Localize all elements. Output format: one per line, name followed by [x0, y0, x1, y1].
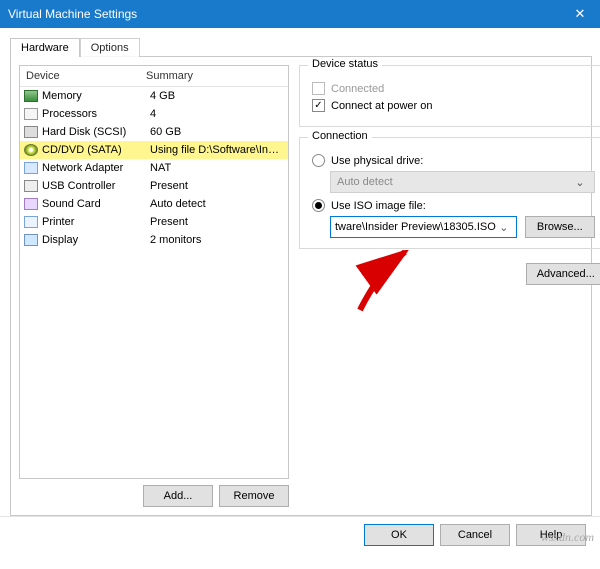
device-status-title: Device status [308, 58, 382, 70]
device-icon [24, 198, 38, 210]
column-device[interactable]: Device [20, 66, 140, 86]
use-physical-label: Use physical drive: [331, 155, 423, 167]
window-title: Virtual Machine Settings [8, 7, 568, 21]
device-summary: 4 GB [150, 90, 284, 102]
use-iso-label: Use ISO image file: [331, 200, 426, 212]
device-row[interactable]: PrinterPresent [20, 213, 288, 231]
advanced-button[interactable]: Advanced... [526, 263, 600, 285]
cancel-button[interactable]: Cancel [440, 524, 510, 546]
device-icon [24, 234, 38, 246]
connected-checkbox [312, 82, 325, 95]
device-row[interactable]: CD/DVD (SATA)Using file D:\Software\Insi… [20, 141, 288, 159]
device-icon [24, 144, 38, 156]
device-icon [24, 108, 38, 120]
device-name: Memory [42, 90, 150, 102]
device-summary: Auto detect [150, 198, 284, 210]
device-summary: Present [150, 216, 284, 228]
device-summary: 4 [150, 108, 284, 120]
device-name: USB Controller [42, 180, 150, 192]
tab-hardware[interactable]: Hardware [10, 38, 80, 57]
use-iso-radio[interactable] [312, 199, 325, 212]
watermark: wsxdn.com [541, 530, 594, 545]
device-summary: 2 monitors [150, 234, 284, 246]
device-row[interactable]: Display2 monitors [20, 231, 288, 249]
device-row[interactable]: Network AdapterNAT [20, 159, 288, 177]
device-status-group: Device status Connected ✓ Connect at pow… [299, 65, 600, 127]
add-button[interactable]: Add... [143, 485, 213, 507]
device-summary: 60 GB [150, 126, 284, 138]
browse-button[interactable]: Browse... [525, 216, 595, 238]
connected-label: Connected [331, 83, 384, 95]
chevron-down-icon[interactable]: ⌄ [496, 221, 512, 234]
device-row[interactable]: Hard Disk (SCSI)60 GB [20, 123, 288, 141]
physical-drive-combo: Auto detect ⌄ [330, 171, 595, 193]
device-icon [24, 216, 38, 228]
device-name: Processors [42, 108, 150, 120]
device-name: Network Adapter [42, 162, 150, 174]
chevron-down-icon: ⌄ [572, 176, 588, 189]
column-summary[interactable]: Summary [140, 66, 288, 86]
device-list[interactable]: Device Summary Memory4 GBProcessors4Hard… [19, 65, 289, 479]
device-icon [24, 90, 38, 102]
device-row[interactable]: Memory4 GB [20, 87, 288, 105]
ok-button[interactable]: OK [364, 524, 434, 546]
device-row[interactable]: Sound CardAuto detect [20, 195, 288, 213]
device-icon [24, 180, 38, 192]
device-name: Hard Disk (SCSI) [42, 126, 150, 138]
device-icon [24, 162, 38, 174]
connection-title: Connection [308, 130, 372, 142]
device-list-header: Device Summary [20, 66, 288, 87]
iso-path-value: tware\Insider Preview\18305.ISO [335, 221, 496, 233]
device-summary: NAT [150, 162, 284, 174]
use-physical-radio[interactable] [312, 154, 325, 167]
device-name: Printer [42, 216, 150, 228]
device-row[interactable]: Processors4 [20, 105, 288, 123]
iso-path-combo[interactable]: tware\Insider Preview\18305.ISO ⌄ [330, 216, 517, 238]
device-icon [24, 126, 38, 138]
tab-options[interactable]: Options [80, 38, 140, 57]
device-name: Display [42, 234, 150, 246]
connect-power-label: Connect at power on [331, 100, 433, 112]
connection-group: Connection Use physical drive: Auto dete… [299, 137, 600, 249]
device-name: Sound Card [42, 198, 150, 210]
connect-power-checkbox[interactable]: ✓ [312, 99, 325, 112]
device-name: CD/DVD (SATA) [42, 144, 150, 156]
physical-drive-value: Auto detect [337, 176, 393, 188]
device-summary: Using file D:\Software\Insider ... [150, 144, 284, 156]
close-icon[interactable]: ✕ [568, 2, 592, 26]
device-summary: Present [150, 180, 284, 192]
remove-button[interactable]: Remove [219, 485, 289, 507]
device-row[interactable]: USB ControllerPresent [20, 177, 288, 195]
